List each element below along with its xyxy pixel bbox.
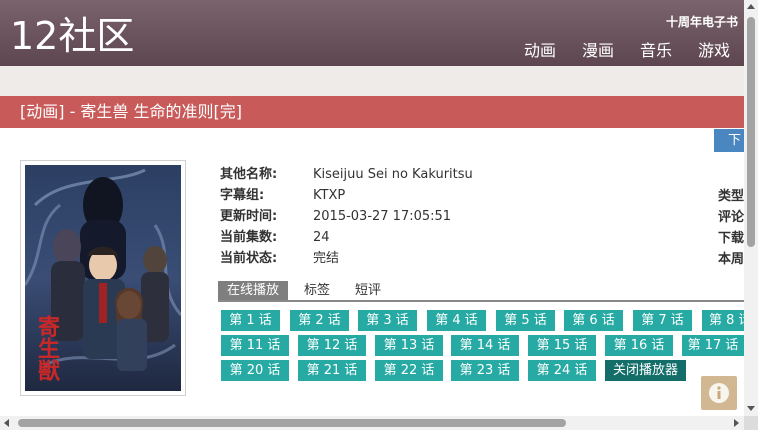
scroll-up-arrow-icon[interactable] <box>747 4 755 9</box>
tab-bar: 在线播放 标签 短评 <box>218 281 744 302</box>
episode-button[interactable]: 第 15 话 <box>528 335 596 356</box>
episode-button[interactable]: 第 1 话 <box>221 310 280 331</box>
info-icon <box>709 383 729 403</box>
poster-caption: 寄生獣 <box>34 314 60 382</box>
site-header: 12社区 十周年电子书 动画 漫画 音乐 游戏 <box>0 0 744 66</box>
episode-button[interactable]: 第 5 话 <box>496 310 555 331</box>
info-label: 当前集数: <box>220 230 278 245</box>
side-label-downloads: 下载 <box>718 231 745 246</box>
scroll-left-arrow-icon[interactable] <box>4 419 9 427</box>
info-label: 其他名称: <box>220 167 278 182</box>
info-value: KTXP <box>313 188 346 203</box>
anniversary-ebook-link[interactable]: 十周年电子书 <box>666 13 738 30</box>
side-label-type: 类型 <box>718 189 745 204</box>
horizontal-scroll-thumb[interactable] <box>18 419 566 427</box>
episode-button[interactable]: 第 16 话 <box>605 335 673 356</box>
site-logo[interactable]: 12社区 <box>10 14 134 58</box>
page-title-bar: [动画] - 寄生兽 生命的准则[完] <box>0 96 744 128</box>
nav-item-music[interactable]: 音乐 <box>640 37 672 61</box>
info-value: 24 <box>313 230 330 245</box>
episode-button[interactable]: 第 23 话 <box>451 360 519 381</box>
nav-item-games[interactable]: 游戏 <box>698 37 730 61</box>
scrollbar-corner <box>744 416 758 430</box>
episode-button[interactable]: 第 2 话 <box>290 310 349 331</box>
vertical-scroll-thumb[interactable] <box>747 17 755 247</box>
episode-button[interactable]: 第 20 话 <box>221 360 289 381</box>
episode-button[interactable]: 第 8 话 <box>702 310 744 331</box>
tab-tags[interactable]: 标签 <box>304 281 330 300</box>
horizontal-scrollbar[interactable] <box>0 416 744 430</box>
scroll-down-arrow-icon[interactable] <box>747 406 755 411</box>
poster: 寄生獣 <box>20 160 186 396</box>
download-tab[interactable]: 下 <box>714 129 744 152</box>
episode-button[interactable]: 第 13 话 <box>375 335 443 356</box>
info-value: 2015-03-27 17:05:51 <box>313 209 452 224</box>
episode-button[interactable]: 第 11 话 <box>221 335 289 356</box>
episode-button[interactable]: 第 24 话 <box>528 360 596 381</box>
nav-item-anime[interactable]: 动画 <box>524 37 556 61</box>
page-title: [动画] - 寄生兽 生命的准则[完] <box>20 102 243 121</box>
episode-button[interactable]: 第 14 话 <box>451 335 519 356</box>
side-label-comments: 评论 <box>718 210 745 225</box>
episode-button[interactable]: 第 3 话 <box>358 310 417 331</box>
nav-item-manga[interactable]: 漫画 <box>582 37 614 61</box>
info-badge[interactable] <box>701 376 737 410</box>
side-label-weekly: 本周 <box>718 252 745 267</box>
episode-button[interactable]: 第 7 话 <box>633 310 692 331</box>
episode-button[interactable]: 第 4 话 <box>427 310 486 331</box>
episode-button[interactable]: 第 22 话 <box>375 360 443 381</box>
info-label: 当前状态: <box>220 251 278 266</box>
episode-button[interactable]: 第 17 话 <box>682 335 744 356</box>
episode-button[interactable]: 第 21 话 <box>298 360 366 381</box>
scroll-right-arrow-icon[interactable] <box>734 419 739 427</box>
sub-bar <box>0 66 744 96</box>
info-value: Kiseijuu Sei no Kakuritsu <box>313 167 473 182</box>
tab-online-play[interactable]: 在线播放 <box>218 281 289 300</box>
episode-button[interactable]: 第 6 话 <box>564 310 623 331</box>
poster-image: 寄生獣 <box>25 165 181 391</box>
close-player-button[interactable]: 关闭播放器 <box>605 360 686 381</box>
episode-button[interactable]: 第 12 话 <box>298 335 366 356</box>
info-label: 字幕组: <box>220 188 265 203</box>
info-label: 更新时间: <box>220 209 278 224</box>
main-nav: 动画 漫画 音乐 游戏 <box>498 37 730 61</box>
vertical-scrollbar[interactable] <box>744 0 758 416</box>
info-value: 完结 <box>313 251 340 266</box>
tab-short-reviews[interactable]: 短评 <box>355 281 381 300</box>
